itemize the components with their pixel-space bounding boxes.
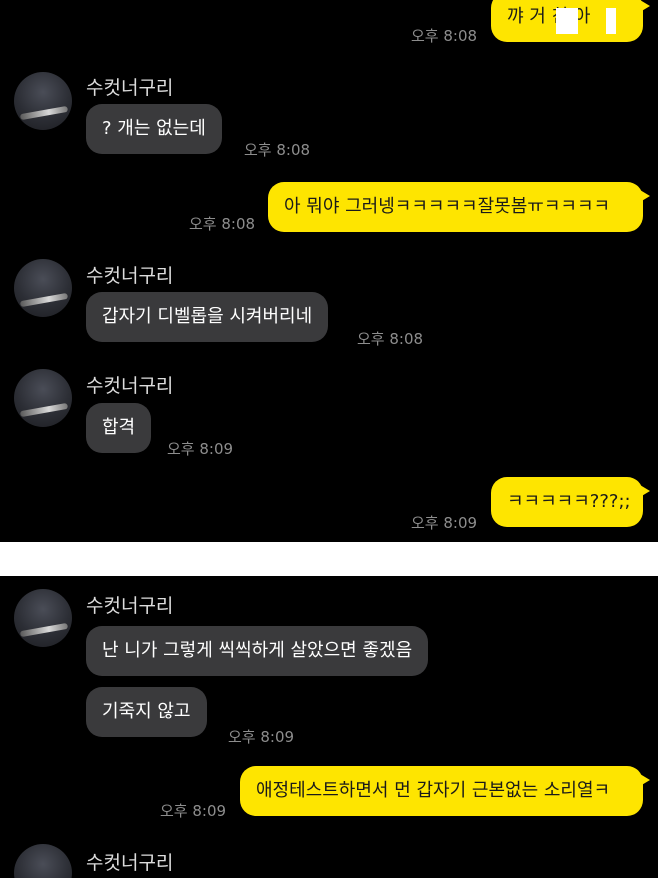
- their-message-bubble[interactable]: 기죽지 않고: [86, 687, 207, 737]
- timestamp: 오후 8:08: [189, 215, 256, 233]
- avatar[interactable]: [14, 72, 72, 130]
- my-message-bubble[interactable]: 애정테스트하면서 먼 갑자기 근본없는 소리열ㅋ: [240, 766, 650, 816]
- sender-name: 수컷너구리: [86, 375, 174, 397]
- my-message-bubble[interactable]: 아 뭐야 그러넹ㅋㅋㅋㅋㅋ잘못봄ㅠㅋㅋㅋㅋ: [268, 182, 650, 232]
- message-text: ? 개는 없는데: [102, 118, 206, 139]
- chat-panel-bottom: 수컷너구리 난 니가 그렇게 씩씩하게 살았으면 좋겠음 기죽지 않고 오후 8…: [0, 576, 658, 878]
- avatar[interactable]: [14, 259, 72, 317]
- avatar[interactable]: [14, 369, 72, 427]
- their-message-bubble[interactable]: 합격: [86, 403, 152, 453]
- timestamp: 오후 8:09: [411, 514, 478, 532]
- sender-name: 수컷너구리: [86, 77, 174, 99]
- my-message-bubble[interactable]: ㅋㅋㅋㅋㅋ???;;: [491, 477, 650, 527]
- timestamp: 오후 8:09: [228, 728, 295, 746]
- timestamp: 오후 8:08: [244, 141, 311, 159]
- sender-name: 수컷너구리: [86, 852, 174, 874]
- timestamp: 오후 8:09: [167, 440, 234, 458]
- avatar[interactable]: [14, 589, 72, 647]
- timestamp: 오후 8:09: [160, 802, 227, 820]
- message-text: 애정테스트하면서 먼 갑자기 근본없는 소리열ㅋ: [256, 780, 611, 801]
- timestamp: 오후 8:08: [411, 27, 478, 45]
- message-text: 난 니가 그렇게 씩씩하게 살았으면 좋겠음: [102, 640, 413, 661]
- message-text: 아 뭐야 그러넹ㅋㅋㅋㅋㅋ잘못봄ㅠㅋㅋㅋㅋ: [284, 196, 611, 217]
- avatar[interactable]: [14, 844, 72, 878]
- sender-name: 수컷너구리: [86, 595, 174, 617]
- sender-name: 수컷너구리: [86, 265, 174, 287]
- message-text: 갑자기 디벨롭을 시켜버리네: [102, 306, 313, 327]
- their-message-bubble[interactable]: ? 개는 없는데: [86, 104, 222, 154]
- chat-panel-top: 꺄 거 친 아 오후 8:08 수컷너구리 ? 개는 없는데 오후 8:08 아…: [0, 0, 658, 542]
- message-text: 합격: [102, 417, 136, 438]
- redaction-block: [556, 8, 578, 34]
- message-text: 기죽지 않고: [102, 701, 191, 722]
- redaction-block: [606, 8, 616, 34]
- their-message-bubble[interactable]: 갑자기 디벨롭을 시켜버리네: [86, 292, 329, 342]
- message-text: ㅋㅋㅋㅋㅋ???;;: [507, 491, 631, 512]
- their-message-bubble[interactable]: 난 니가 그렇게 씩씩하게 살았으면 좋겠음: [86, 626, 429, 676]
- timestamp: 오후 8:08: [357, 330, 424, 348]
